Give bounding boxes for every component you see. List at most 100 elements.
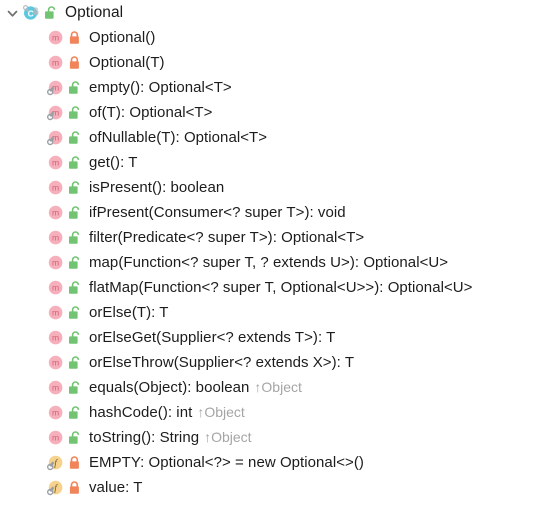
- override-marker: ↑Object: [254, 379, 302, 395]
- unlock-green-icon: [68, 328, 84, 347]
- method-icon: m: [46, 428, 65, 447]
- tree-row-label: hashCode(): int: [89, 404, 193, 421]
- field-icon-static: f: [46, 478, 65, 497]
- tree-row-class[interactable]: C Optional: [0, 0, 542, 25]
- unlock-green-icon: [68, 253, 84, 272]
- method-icon: m: [46, 403, 65, 422]
- tree-row-label: Optional: [65, 4, 124, 21]
- tree-row-label: get(): T: [89, 154, 138, 171]
- tree-row-member[interactable]: m isPresent(): boolean: [0, 175, 542, 200]
- tree-row-member[interactable]: m map(Function<? super T, ? extends U>): …: [0, 250, 542, 275]
- lock-orange-icon: [68, 28, 84, 47]
- svg-text:m: m: [52, 308, 59, 318]
- svg-text:m: m: [52, 383, 59, 393]
- unlock-green-icon: [44, 3, 60, 22]
- method-icon: m: [46, 278, 65, 297]
- tree-row-member[interactable]: m of(T): Optional<T>: [0, 100, 542, 125]
- unlock-green-icon: [68, 428, 84, 447]
- method-icon: m: [46, 28, 65, 47]
- method-icon: m: [46, 353, 65, 372]
- svg-text:m: m: [52, 208, 59, 218]
- method-icon: m: [46, 253, 65, 272]
- svg-text:m: m: [52, 58, 59, 68]
- tree-row-label: orElseGet(Supplier<? extends T>): T: [89, 329, 336, 346]
- structure-tree[interactable]: C Optional m Optional() m Optional(T) m empty()…: [0, 0, 542, 509]
- svg-text:m: m: [52, 283, 59, 293]
- tree-row-member[interactable]: f EMPTY: Optional<?> = new Optional<>(): [0, 450, 542, 475]
- lock-orange-icon: [68, 478, 84, 497]
- method-icon: m: [46, 228, 65, 247]
- class-icon: C: [22, 3, 41, 22]
- unlock-green-icon: [68, 203, 84, 222]
- method-icon: m: [46, 178, 65, 197]
- tree-row-member[interactable]: f value: T: [0, 475, 542, 500]
- tree-row-label: EMPTY: Optional<?> = new Optional<>(): [89, 454, 364, 471]
- unlock-green-icon: [68, 153, 84, 172]
- method-icon-static: m: [46, 103, 65, 122]
- tree-row-member[interactable]: m ofNullable(T): Optional<T>: [0, 125, 542, 150]
- method-icon: m: [46, 328, 65, 347]
- unlock-green-icon: [68, 378, 84, 397]
- field-icon-static: f: [46, 453, 65, 472]
- method-icon: m: [46, 203, 65, 222]
- tree-row-member[interactable]: m get(): T: [0, 150, 542, 175]
- svg-text:m: m: [52, 358, 59, 368]
- method-icon: m: [46, 53, 65, 72]
- svg-text:m: m: [52, 158, 59, 168]
- svg-text:C: C: [28, 8, 34, 18]
- svg-text:m: m: [52, 333, 59, 343]
- tree-row-member[interactable]: m orElse(T): T: [0, 300, 542, 325]
- tree-row-label: equals(Object): boolean: [89, 379, 250, 396]
- tree-row-label: ifPresent(Consumer<? super T>): void: [89, 204, 346, 221]
- unlock-green-icon: [68, 228, 84, 247]
- tree-row-member[interactable]: m Optional(T): [0, 50, 542, 75]
- svg-text:m: m: [52, 258, 59, 268]
- svg-text:m: m: [52, 33, 59, 43]
- unlock-green-icon: [68, 278, 84, 297]
- tree-row-member[interactable]: m Optional(): [0, 25, 542, 50]
- tree-row-label: orElse(T): T: [89, 304, 169, 321]
- tree-row-member[interactable]: m flatMap(Function<? super T, Optional<U>…: [0, 275, 542, 300]
- method-icon: m: [46, 153, 65, 172]
- lock-orange-icon: [68, 53, 84, 72]
- chevron-down-icon[interactable]: [3, 3, 22, 22]
- tree-row-label: Optional(T): [89, 54, 165, 71]
- tree-row-member[interactable]: m toString(): String ↑Object: [0, 425, 542, 450]
- tree-row-label: map(Function<? super T, ? extends U>): O…: [89, 254, 449, 271]
- unlock-green-icon: [68, 303, 84, 322]
- tree-row-member[interactable]: m ifPresent(Consumer<? super T>): void: [0, 200, 542, 225]
- tree-row-label: ofNullable(T): Optional<T>: [89, 129, 268, 146]
- tree-row-label: of(T): Optional<T>: [89, 104, 213, 121]
- tree-row-label: flatMap(Function<? super T, Optional<U>>…: [89, 279, 473, 296]
- tree-row-label: value: T: [89, 479, 143, 496]
- tree-row-member[interactable]: m orElseThrow(Supplier<? extends X>): T: [0, 350, 542, 375]
- tree-row-label: toString(): String: [89, 429, 200, 446]
- override-marker: ↑Object: [204, 429, 252, 445]
- lock-orange-icon: [68, 453, 84, 472]
- svg-text:m: m: [52, 433, 59, 443]
- tree-row-member[interactable]: m hashCode(): int ↑Object: [0, 400, 542, 425]
- method-icon-static: m: [46, 78, 65, 97]
- tree-row-label: orElseThrow(Supplier<? extends X>): T: [89, 354, 355, 371]
- tree-row-member[interactable]: m equals(Object): boolean ↑Object: [0, 375, 542, 400]
- unlock-green-icon: [68, 128, 84, 147]
- tree-row-label: filter(Predicate<? super T>): Optional<T…: [89, 229, 365, 246]
- tree-row-member[interactable]: m orElseGet(Supplier<? extends T>): T: [0, 325, 542, 350]
- tree-row-label: Optional(): [89, 29, 156, 46]
- unlock-green-icon: [68, 353, 84, 372]
- tree-row-member[interactable]: m filter(Predicate<? super T>): Optional<…: [0, 225, 542, 250]
- override-marker: ↑Object: [197, 404, 245, 420]
- unlock-green-icon: [68, 178, 84, 197]
- unlock-green-icon: [68, 78, 84, 97]
- tree-row-label: empty(): Optional<T>: [89, 79, 232, 96]
- unlock-green-icon: [68, 403, 84, 422]
- tree-row-label: isPresent(): boolean: [89, 179, 225, 196]
- method-icon: m: [46, 303, 65, 322]
- tree-row-member[interactable]: m empty(): Optional<T>: [0, 75, 542, 100]
- svg-text:m: m: [52, 233, 59, 243]
- svg-text:m: m: [52, 183, 59, 193]
- svg-text:m: m: [52, 408, 59, 418]
- method-icon-static: m: [46, 128, 65, 147]
- unlock-green-icon: [68, 103, 84, 122]
- method-icon: m: [46, 378, 65, 397]
